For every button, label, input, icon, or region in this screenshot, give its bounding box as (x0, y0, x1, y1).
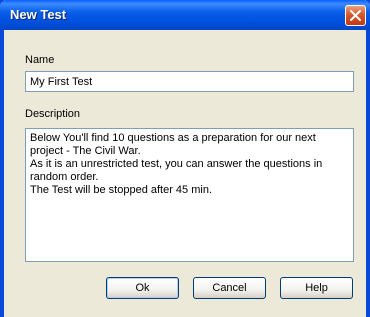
name-label: Name (25, 54, 55, 66)
close-button[interactable] (345, 5, 366, 26)
title-bar[interactable]: New Test (0, 0, 370, 30)
dialog-content: Name Description Ok Cancel Help (4, 30, 366, 317)
name-input[interactable] (25, 71, 354, 92)
dialog-title: New Test (10, 7, 67, 22)
ok-button[interactable]: Ok (106, 277, 179, 299)
description-textarea[interactable] (25, 128, 354, 262)
close-icon (350, 10, 361, 21)
description-label: Description (25, 108, 81, 120)
cancel-button[interactable]: Cancel (193, 277, 266, 299)
help-button[interactable]: Help (280, 277, 353, 299)
new-test-dialog: New Test Name Description Ok Cancel Help (0, 0, 370, 317)
